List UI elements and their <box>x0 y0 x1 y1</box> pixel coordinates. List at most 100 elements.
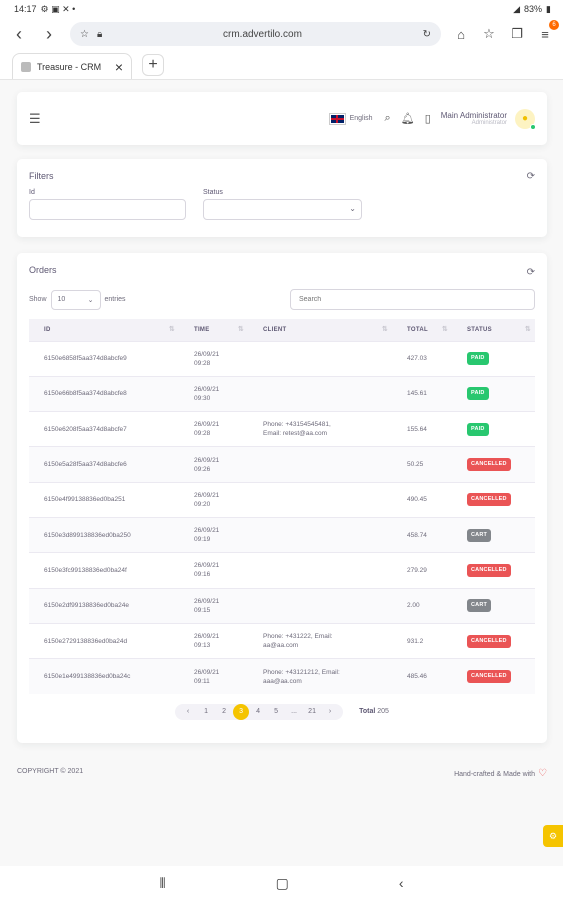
prev-page-button[interactable]: ‹ <box>179 708 197 715</box>
entries-label: entries <box>104 296 126 303</box>
cell-status: PAID <box>452 411 535 447</box>
table-row[interactable]: 6150e5a28f5aa374d8abcfe6 26/09/21 09:26 50… <box>29 446 535 483</box>
cell-time: 26/09/21 09:13 <box>179 622 248 659</box>
column-header[interactable]: STATUS ⇅ <box>452 319 535 341</box>
back-icon[interactable]: ‹ <box>10 25 28 43</box>
sort-icon[interactable]: ⇅ <box>238 325 244 333</box>
sort-icon[interactable]: ⇅ <box>525 325 531 333</box>
cell-id: 6150e6858f5aa374d8abcfe9 <box>29 340 179 377</box>
sort-icon[interactable]: ⇅ <box>442 325 448 333</box>
cell-id: 6150e5a28f5aa374d8abcfe6 <box>29 446 179 483</box>
browser-tab[interactable]: Treasure - CRM × <box>12 53 132 79</box>
search-input[interactable] <box>290 289 535 310</box>
page-button: ... <box>291 708 297 716</box>
cell-client <box>248 340 392 377</box>
cell-status: CANCELLED <box>452 446 535 483</box>
cell-time: 26/09/21 09:16 <box>179 552 248 589</box>
cell-status: CANCELLED <box>452 552 535 589</box>
table-row[interactable]: 6150e2df99138836ed0ba24e 26/09/21 09:15 2.… <box>29 587 535 624</box>
uk-flag-icon[interactable] <box>328 112 346 125</box>
cell-id: 6150e66b8f5aa374d8abcfe8 <box>29 375 179 412</box>
column-header[interactable]: TOTAL ⇅ <box>392 319 452 341</box>
show-label: Show <box>29 296 47 303</box>
total-count: Total 205 <box>359 708 389 715</box>
table-row[interactable]: 6150e2729138836ed0ba24d 26/09/21 09:13 Pho… <box>29 622 535 659</box>
bookmark-star-icon[interactable]: ☆ <box>80 29 89 40</box>
next-page-button[interactable]: › <box>321 708 339 715</box>
user-role: Administrator <box>471 120 507 126</box>
cell-total: 427.03 <box>392 340 452 377</box>
table-row[interactable]: 6150e1e499138836ed0ba24c 26/09/21 09:11 Ph… <box>29 658 535 694</box>
sort-icon[interactable]: ⇅ <box>382 325 388 333</box>
cell-time: 26/09/21 09:15 <box>179 587 248 624</box>
tabs-icon[interactable]: ❐ <box>509 26 525 42</box>
cell-status: CART <box>452 587 535 624</box>
customizer-gear-icon[interactable]: ⚙ <box>543 825 563 847</box>
user-info[interactable]: Main Administrator Administrator <box>441 111 507 126</box>
table-row[interactable]: 6150e6858f5aa374d8abcfe9 26/09/21 09:28 42… <box>29 340 535 377</box>
user-icon: ● <box>521 113 529 124</box>
table-row[interactable]: 6150e4f99138836ed0ba251 26/09/21 09:20 490… <box>29 481 535 518</box>
cell-time: 26/09/21 09:28 <box>179 340 248 377</box>
search-icon[interactable]: ⌕ <box>385 112 391 125</box>
cell-client <box>248 446 392 483</box>
cell-client <box>248 516 392 553</box>
table-row[interactable]: 6150e6208f5aa374d8abcfe7 26/09/21 09:28 Ph… <box>29 411 535 447</box>
cell-total: 458.74 <box>392 516 452 553</box>
avatar[interactable]: ● <box>515 108 536 130</box>
made-with: Hand-crafted & Made with ♡ <box>454 768 547 779</box>
column-header[interactable]: TIME ⇅ <box>179 319 248 341</box>
clock: 14:17 <box>14 4 37 14</box>
cell-time: 26/09/21 09:20 <box>179 481 248 518</box>
page-button[interactable]: 1 <box>197 708 215 715</box>
status-badge: CART <box>467 599 492 613</box>
cell-time: 26/09/21 09:28 <box>179 411 248 447</box>
new-tab-button[interactable]: + <box>142 54 164 76</box>
page-button[interactable]: 2 <box>215 708 233 715</box>
bell-icon[interactable]: 🔔︎ <box>401 112 415 125</box>
reload-icon[interactable]: ↻ <box>423 29 431 40</box>
recent-apps-icon[interactable]: ⦀ <box>159 875 165 892</box>
table-row[interactable]: 6150e66b8f5aa374d8abcfe8 26/09/21 09:30 14… <box>29 375 535 412</box>
notification-icons: ⚙ ▣ ✕ • <box>40 3 76 14</box>
sort-icon[interactable]: ⇅ <box>169 325 175 333</box>
page-button[interactable]: 3 <box>233 703 250 720</box>
language-selector[interactable]: English <box>350 115 373 122</box>
column-header-label: TOTAL <box>407 326 428 333</box>
cell-id: 6150e3fc99138836ed0ba24f <box>29 552 179 589</box>
forward-icon[interactable]: › <box>40 25 58 43</box>
menu-icon[interactable]: ≡ 6 <box>537 20 559 42</box>
close-tab-icon[interactable]: × <box>115 59 123 75</box>
status-select[interactable]: ⌄ <box>203 199 362 220</box>
page-button[interactable]: 4 <box>249 708 267 715</box>
building-icon[interactable]: ▯ <box>425 112 431 125</box>
menu-badge: 6 <box>549 20 559 30</box>
table-body: 6150e6858f5aa374d8abcfe9 26/09/21 09:28 42… <box>29 340 535 694</box>
hamburger-icon[interactable]: ☰ <box>29 111 41 127</box>
chevron-down-icon: ⌄ <box>349 204 356 213</box>
battery-icon: ▮ <box>546 3 551 14</box>
page-size-select[interactable]: 10 ⌄ <box>50 289 101 310</box>
refresh-icon[interactable]: ⟳ <box>527 267 535 278</box>
online-status-dot <box>530 123 536 130</box>
home-icon[interactable]: ⌂ <box>453 26 469 42</box>
table-row[interactable]: 6150e3fc99138836ed0ba24f 26/09/21 09:16 27… <box>29 552 535 589</box>
back-button-icon[interactable]: ‹ <box>399 875 404 891</box>
cell-id: 6150e2df99138836ed0ba24e <box>29 587 179 624</box>
bookmarks-icon[interactable]: ☆ <box>481 26 497 42</box>
cell-id: 6150e1e499138836ed0ba24c <box>29 658 179 694</box>
column-header[interactable]: CLIENT ⇅ <box>248 319 392 341</box>
status-badge: PAID <box>467 422 489 436</box>
home-button-icon[interactable]: ▢ <box>276 875 289 892</box>
column-header[interactable]: ID ⇅ <box>29 319 179 341</box>
page-button[interactable]: 21 <box>303 708 321 715</box>
page-button[interactable]: 5 <box>267 708 285 715</box>
column-header-label: TIME <box>194 326 210 333</box>
id-input[interactable] <box>29 199 186 220</box>
cell-total: 485.46 <box>392 658 452 694</box>
table-row[interactable]: 6150e3d899138836ed0ba250 26/09/21 09:19 45… <box>29 516 535 553</box>
address-bar[interactable]: ☆ 🔒︎ crm.advertilo.com ↻ <box>70 22 441 46</box>
refresh-icon[interactable]: ⟳ <box>527 171 535 182</box>
cell-status: CANCELLED <box>452 622 535 659</box>
cell-status: CANCELLED <box>452 658 535 694</box>
